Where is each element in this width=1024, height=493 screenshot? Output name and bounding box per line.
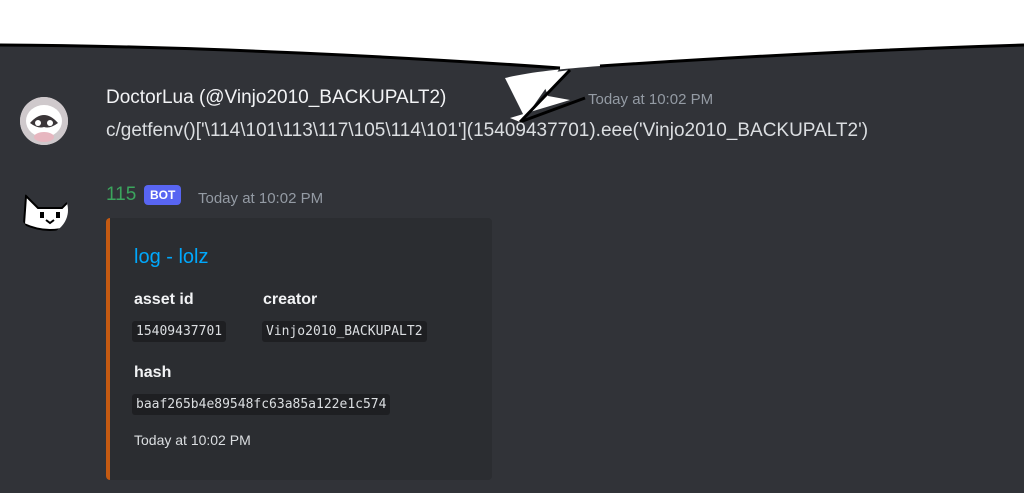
message-timestamp: Today at 10:02 PM	[588, 91, 714, 108]
cat-avatar-icon	[22, 193, 68, 231]
bot-badge: BOT	[144, 185, 182, 205]
message-timestamp: Today at 10:02 PM	[198, 190, 324, 207]
field-value-creator: Vinjo2010_BACKUPALT2	[262, 321, 427, 342]
user-avatar-icon	[20, 97, 68, 145]
bot-author[interactable]: 115	[106, 184, 136, 206]
embed-title-link[interactable]: log - lolz	[134, 246, 208, 269]
field-name-asset-id: asset id	[134, 291, 194, 308]
avatar[interactable]	[20, 97, 68, 145]
field-value-hash: baaf265b4e89548fc63a85a122e1c574	[132, 394, 391, 415]
embed-footer-timestamp: Today at 10:02 PM	[134, 432, 251, 448]
avatar[interactable]	[20, 186, 68, 234]
message-author[interactable]: DoctorLua (@Vinjo2010_BACKUPALT2)	[106, 87, 446, 109]
field-name-creator: creator	[263, 291, 318, 308]
field-value-asset-id: 15409437701	[132, 321, 227, 342]
message-content: c/getfenv()['\114\101\113\117\105\114\10…	[106, 120, 869, 141]
embed-card: log - lolz asset id 15409437701 creator …	[106, 218, 492, 480]
field-name-hash: hash	[134, 364, 172, 381]
